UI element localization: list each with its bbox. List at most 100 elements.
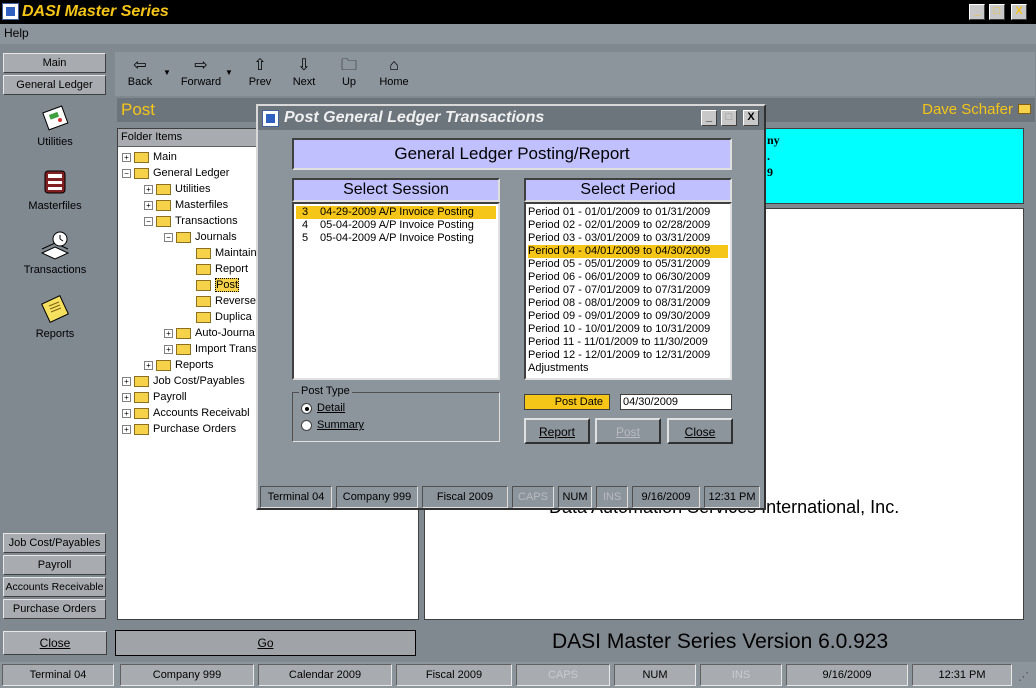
tree-node[interactable]: + Job Cost/Payables [122,373,245,389]
close-button[interactable]: Close [3,631,107,655]
back-dropdown-icon[interactable]: ▼ [163,68,171,77]
tree-node[interactable]: + Masterfiles [144,197,228,213]
period-row[interactable]: Period 07 - 07/01/2009 to 07/31/2009 [528,284,728,297]
home-button[interactable]: ⌂ Home [377,56,411,88]
go-label: Go [257,636,274,650]
period-row[interactable]: Period 06 - 06/01/2009 to 06/30/2009 [528,271,728,284]
post-gl-dialog: Post General Ledger Transactions _ □ X G… [256,104,766,510]
nav-payroll-button[interactable]: Payroll [3,555,106,575]
tree-node[interactable]: + Main [122,149,177,165]
nav-main-button[interactable]: Main [3,53,106,73]
session-row[interactable]: 3 04-29-2009 A/P Invoice Posting [296,206,496,219]
tree-node[interactable]: + Purchase Orders [122,421,236,437]
resize-grip-icon[interactable]: ⋰ [1018,670,1029,683]
tree-node[interactable]: Post [184,277,240,293]
reports-icon [39,293,71,325]
nav-job-cost-button[interactable]: Job Cost/Payables [3,533,106,553]
period-row[interactable]: Period 01 - 01/01/2009 to 01/31/2009 [528,206,728,219]
dialog-status-time: 12:31 PM [704,486,760,508]
tree-node[interactable]: − Transactions [144,213,238,229]
tree-node[interactable]: + Payroll [122,389,187,405]
tree-node[interactable]: + Auto-Journa [164,325,255,341]
nav-general-ledger-button[interactable]: General Ledger [3,75,106,95]
tree-expander-icon[interactable]: + [122,408,131,418]
prev-button[interactable]: ⇧ Prev [245,56,275,88]
tree-expander-icon[interactable]: + [144,360,153,370]
period-row[interactable]: Period 11 - 11/01/2009 to 11/30/2009 [528,336,728,349]
period-row[interactable]: Period 05 - 05/01/2009 to 05/31/2009 [528,258,728,271]
report-button[interactable]: Report [524,418,590,444]
detail-radio[interactable] [301,403,312,414]
user-name: Dave Schafer [922,101,1013,118]
folder-icon [156,183,171,195]
tree-node[interactable]: + Accounts Receivabl [122,405,250,421]
tree-expander-icon[interactable]: + [144,184,153,194]
dialog-minimize-button[interactable]: _ [701,110,717,126]
tree-expander-icon[interactable]: + [144,200,153,210]
dialog-status-num: NUM [558,486,592,508]
period-row[interactable]: Period 03 - 03/01/2009 to 03/31/2009 [528,232,728,245]
detail-label[interactable]: Detail [317,402,345,414]
period-list[interactable]: Period 01 - 01/01/2009 to 01/31/2009 Peri… [524,202,732,380]
tree-node[interactable]: + Reports [144,357,214,373]
tree-expander-icon[interactable]: + [122,152,131,162]
period-row[interactable]: Period 02 - 02/01/2009 to 02/28/2009 [528,219,728,232]
forward-label: Forward [180,76,222,88]
tree-expander-icon[interactable]: + [122,392,131,402]
tree-expander-icon[interactable]: + [164,344,173,354]
next-button[interactable]: ⇩ Next [289,56,319,88]
dialog-close-action-button[interactable]: Close [667,418,733,444]
period-row[interactable]: Period 04 - 04/01/2009 to 04/30/2009 [528,245,728,258]
dialog-close-button[interactable]: X [743,110,759,126]
menu-help[interactable]: Help [4,26,29,40]
tree-node[interactable]: − Journals [164,229,237,245]
tree-expander-icon[interactable]: − [122,168,131,178]
tree-node[interactable]: Duplica [184,309,252,325]
summary-radio[interactable] [301,420,312,431]
status-company: Company 999 [120,664,254,686]
tree-node-label: Auto-Journa [195,327,255,339]
tree-expander-icon[interactable]: + [164,328,173,338]
tree-expander-icon[interactable]: + [122,376,131,386]
forward-button[interactable]: ⇨ Forward [179,56,223,88]
summary-label[interactable]: Summary [317,419,364,431]
tree-node[interactable]: Report [184,261,248,277]
tree-node[interactable]: + Import Trans [164,341,257,357]
period-row[interactable]: Period 10 - 10/01/2009 to 10/31/2009 [528,323,728,336]
status-num: NUM [614,664,696,686]
tree-expander-icon[interactable]: − [164,232,173,242]
nav-masterfiles[interactable]: Masterfiles [3,165,107,212]
nav-transactions[interactable]: Transactions [3,229,107,276]
period-header: Select Period [524,178,732,202]
session-row[interactable]: 5 05-04-2009 A/P Invoice Posting [296,232,496,245]
nav-purchase-orders-button[interactable]: Purchase Orders [3,599,106,619]
nav-accounts-receivable-button[interactable]: Accounts Receivable [3,577,106,597]
period-row[interactable]: Period 08 - 08/01/2009 to 08/31/2009 [528,297,728,310]
report-label: Report [538,425,576,439]
page-title: Post [121,100,156,119]
tree-expander-icon[interactable]: − [144,216,153,226]
go-button[interactable]: Go [115,630,416,656]
tree-node[interactable]: Maintain [184,245,257,261]
maximize-button[interactable]: □ [989,4,1005,20]
tree-node[interactable]: − General Ledger [122,165,229,181]
period-row[interactable]: Period 12 - 12/01/2009 to 12/31/2009 [528,349,728,362]
up-button[interactable]: 🗀 Up [334,56,364,88]
period-row[interactable]: Period 09 - 09/01/2009 to 09/30/2009 [528,310,728,323]
session-row[interactable]: 4 05-04-2009 A/P Invoice Posting [296,219,496,232]
back-button[interactable]: ⇦ Back [125,56,155,88]
tree-node[interactable]: Reverse [184,293,256,309]
close-window-button[interactable]: X [1011,4,1027,20]
tree-node[interactable]: + Utilities [144,181,210,197]
period-row[interactable]: Adjustments [528,362,728,375]
post-date-input[interactable]: 04/30/2009 [620,394,732,410]
nav-reports[interactable]: Reports [3,293,107,340]
nav-utilities[interactable]: Utilities [3,101,107,148]
session-list[interactable]: 3 04-29-2009 A/P Invoice Posting 4 05-04-20… [292,202,500,380]
forward-dropdown-icon[interactable]: ▼ [225,68,233,77]
dialog-title-bar: Post General Ledger Transactions _ □ X [258,106,764,130]
post-label: Post [615,425,640,439]
home-label: Home [379,76,409,88]
minimize-button[interactable]: _ [969,4,985,20]
tree-expander-icon[interactable]: + [122,424,131,434]
